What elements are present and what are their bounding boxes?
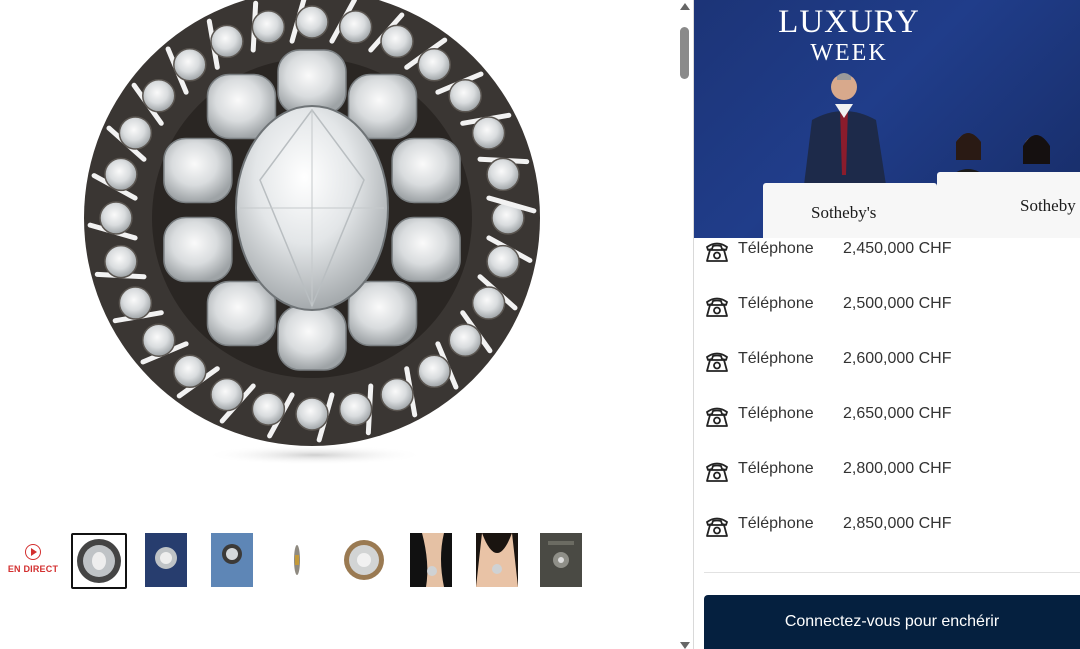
thumbnail-2[interactable]	[145, 533, 201, 589]
live-label: EN DIRECT	[7, 564, 59, 574]
bid-amount: 2,450,000 CHF	[843, 240, 952, 257]
bidder-type: Téléphone	[738, 350, 814, 367]
telephone-icon	[706, 517, 728, 537]
lot-image-pane: EN DIRECT	[0, 0, 680, 649]
bidder-type: Téléphone	[738, 240, 814, 257]
bidder-type: Téléphone	[738, 460, 814, 477]
thumbnail-5[interactable]	[342, 533, 398, 589]
telephone-icon	[706, 407, 728, 427]
scrollbar-thumb[interactable]	[680, 27, 689, 79]
vertical-scrollbar[interactable]	[678, 0, 692, 649]
bid-row: Téléphone 2,600,000 CHF	[704, 347, 1080, 377]
bid-row: Téléphone 2,850,000 CHF	[704, 512, 1080, 542]
bidder-type: Téléphone	[738, 515, 814, 532]
bid-list-divider	[704, 572, 1080, 573]
main-lot-image[interactable]	[80, 0, 550, 470]
thumbnail-6[interactable]	[410, 533, 466, 589]
telephone-icon	[706, 352, 728, 372]
desk-logo-left: Sotheby's	[811, 203, 877, 222]
live-video-stream[interactable]: LUXURY WEEK Sotheby's Sotheby	[694, 0, 1080, 238]
auction-desk-left: Sotheby's	[763, 183, 937, 238]
login-to-bid-button[interactable]: Connectez-vous pour enchérir	[704, 595, 1080, 649]
bid-amount: 2,650,000 CHF	[843, 405, 952, 422]
telephone-icon	[706, 242, 728, 262]
bid-row: Téléphone 2,500,000 CHF	[704, 292, 1080, 322]
desk-logo-right: Sotheby	[1020, 196, 1076, 215]
thumbnail-1[interactable]	[71, 533, 127, 589]
bid-row: Téléphone 2,800,000 CHF	[704, 457, 1080, 487]
scroll-down-arrow-icon[interactable]	[680, 642, 690, 649]
telephone-icon	[706, 297, 728, 317]
thumbnail-7[interactable]	[476, 533, 532, 589]
telephone-icon	[706, 462, 728, 482]
live-indicator[interactable]: EN DIRECT	[4, 544, 62, 574]
thumbnail-8[interactable]	[540, 533, 596, 589]
bidder-type: Téléphone	[738, 295, 814, 312]
bid-amount: 2,500,000 CHF	[843, 295, 952, 312]
thumbnail-4[interactable]	[276, 533, 332, 589]
scroll-up-arrow-icon[interactable]	[680, 3, 690, 10]
bid-amount: 2,600,000 CHF	[843, 350, 952, 367]
bid-amount: 2,800,000 CHF	[843, 460, 952, 477]
bidder-type: Téléphone	[738, 405, 814, 422]
auction-desk-right: Sotheby	[937, 172, 1080, 238]
thumbnail-3[interactable]	[211, 533, 267, 589]
bid-amount: 2,850,000 CHF	[843, 515, 952, 532]
bid-row: Téléphone 2,650,000 CHF	[704, 402, 1080, 432]
bid-row: Téléphone 2,450,000 CHF	[704, 237, 1080, 267]
play-circle-icon	[25, 544, 41, 560]
